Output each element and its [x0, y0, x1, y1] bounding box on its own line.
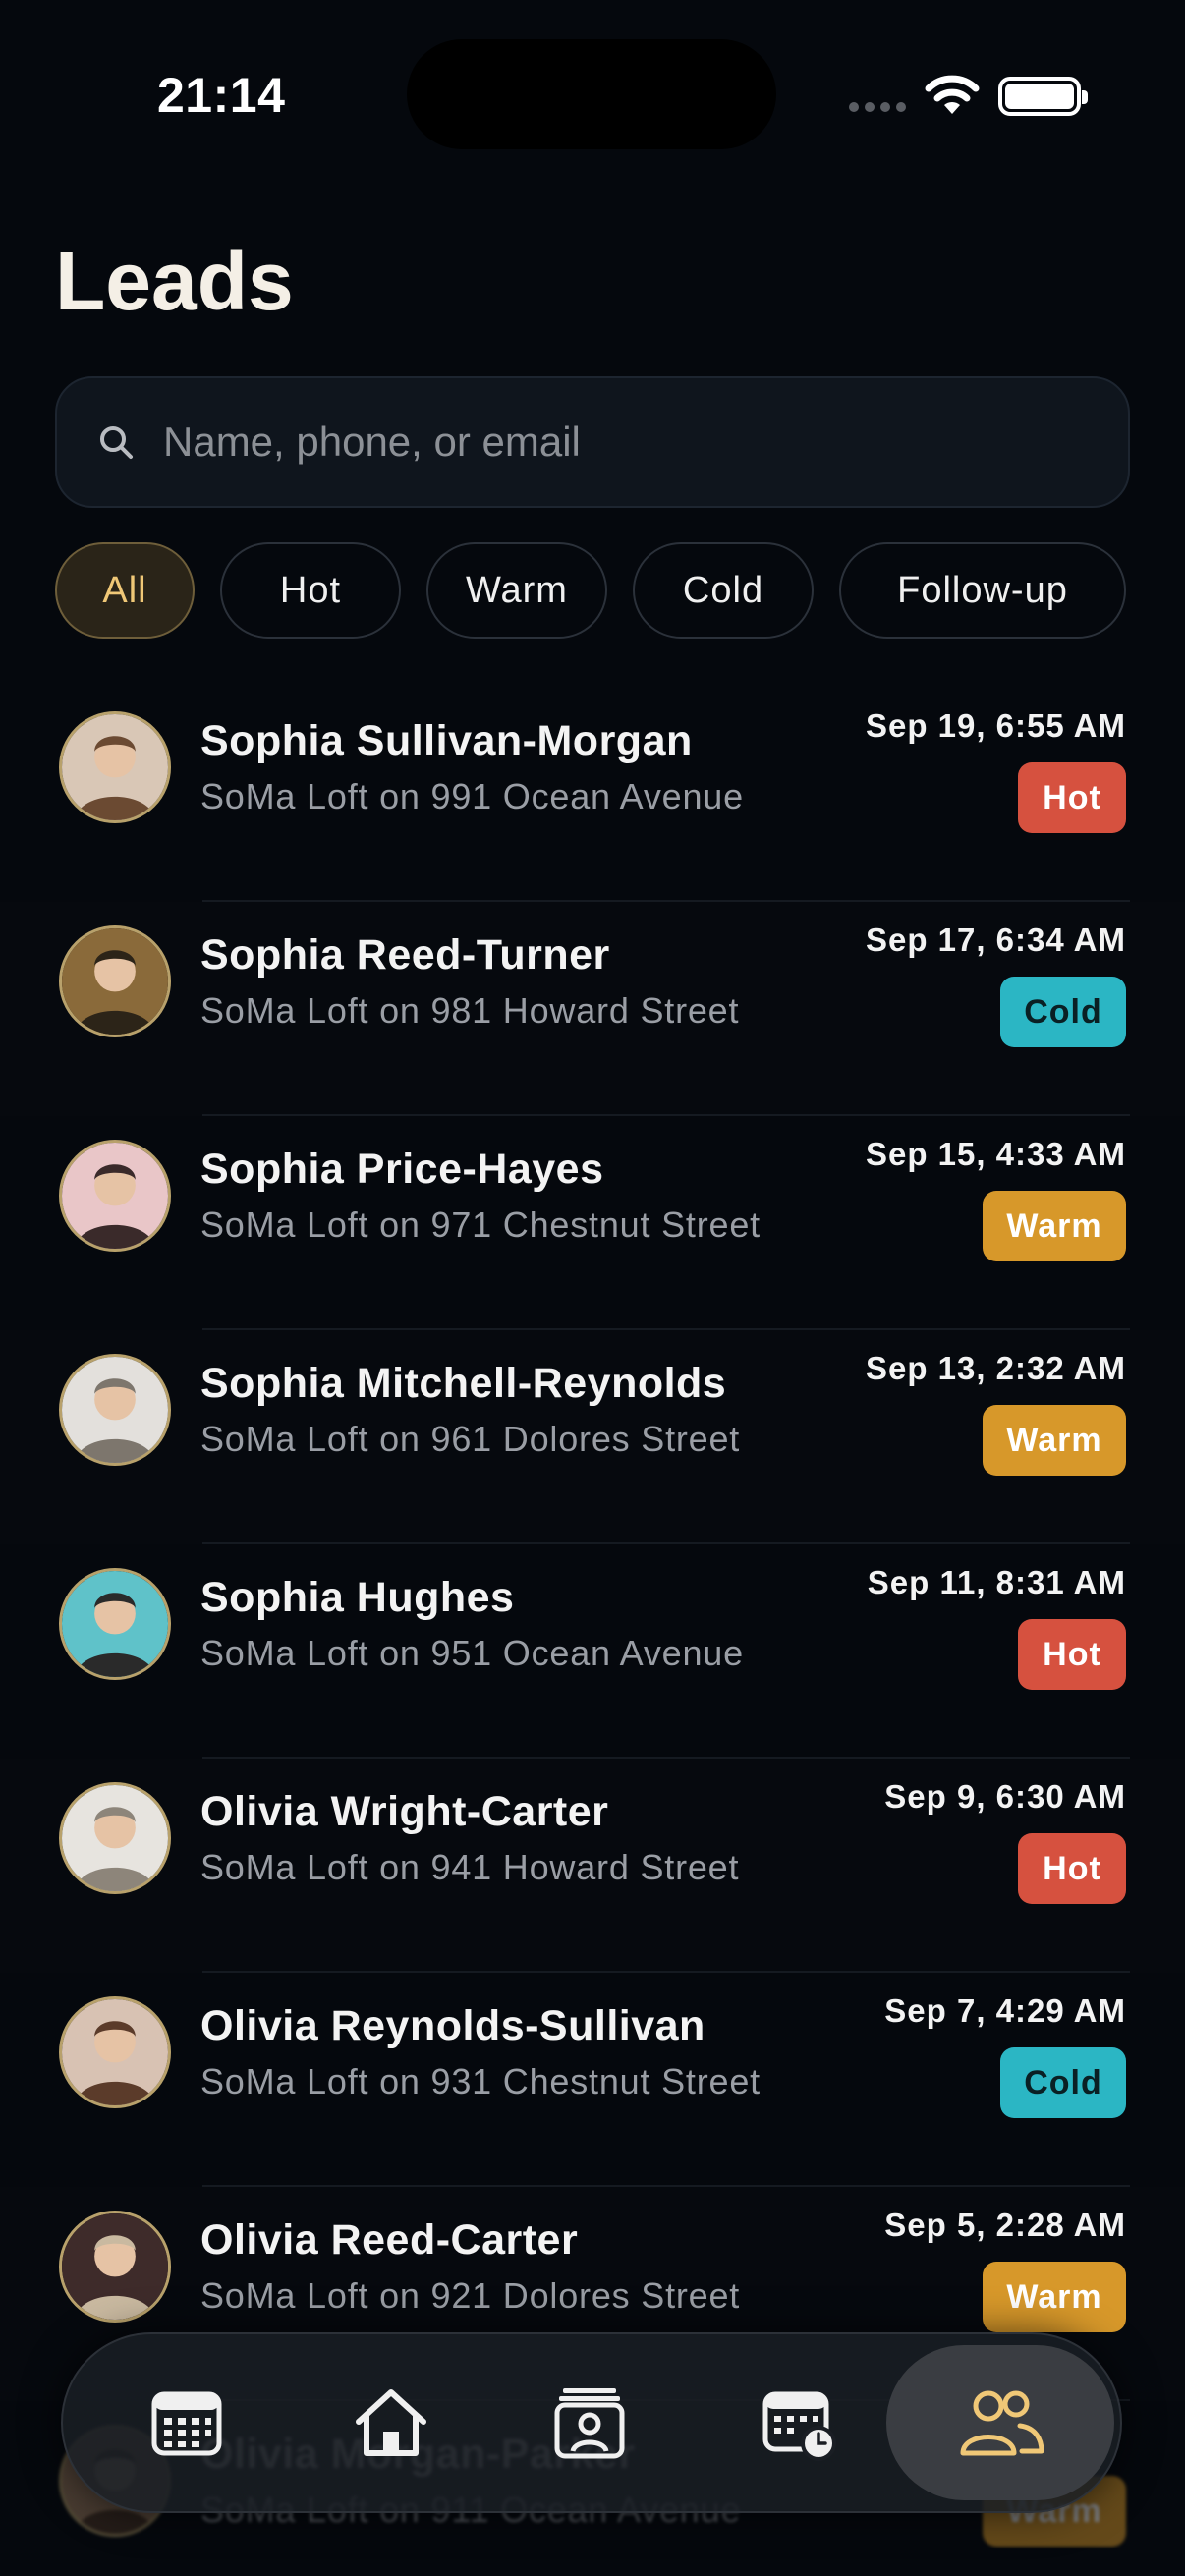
page-title: Leads [55, 235, 294, 327]
tab-leads[interactable] [886, 2345, 1114, 2500]
lead-row[interactable]: Olivia Wright-Carter SoMa Loft on 941 How… [0, 1759, 1185, 1973]
lead-property: SoMa Loft on 931 Chestnut Street [200, 2061, 761, 2101]
avatar [59, 925, 171, 1037]
search-placeholder: Name, phone, or email [163, 419, 581, 465]
lead-row[interactable]: Olivia Reynolds-Sullivan SoMa Loft on 931… [0, 1973, 1185, 2187]
filter-chip-hot[interactable]: Hot [220, 542, 401, 639]
lead-name: Sophia Sullivan-Morgan [200, 717, 693, 764]
avatar [59, 1782, 171, 1894]
filter-chip-follow-up[interactable]: Follow-up [839, 542, 1126, 639]
status-badge: Hot [1018, 1619, 1126, 1690]
lead-date: Sep 17, 6:34 AM [865, 922, 1126, 958]
leads-screen: 21:14 Leads Name, phone, or email All Ho… [0, 0, 1185, 2576]
lead-property: SoMa Loft on 991 Ocean Avenue [200, 776, 744, 816]
filter-chip-all[interactable]: All [55, 542, 195, 639]
lead-row[interactable]: Sophia Mitchell-Reynolds SoMa Loft on 961… [0, 1330, 1185, 1544]
status-badge: Cold [1000, 977, 1126, 1047]
tab-schedule[interactable] [731, 2354, 869, 2492]
contact-card-icon [554, 2388, 625, 2459]
status-badge: Warm [983, 1191, 1126, 1261]
lead-row[interactable]: Sophia Price-Hayes SoMa Loft on 971 Chest… [0, 1116, 1185, 1330]
dynamic-island [407, 39, 776, 149]
lead-date: Sep 11, 8:31 AM [867, 1564, 1126, 1600]
people-icon [960, 2390, 1044, 2456]
avatar [59, 2211, 171, 2323]
battery-icon [998, 77, 1088, 116]
lead-date: Sep 13, 2:32 AM [865, 1350, 1126, 1386]
leads-list: Sophia Sullivan-Morgan SoMa Loft on 991 O… [0, 688, 1185, 2576]
lead-row[interactable]: Sophia Hughes SoMa Loft on 951 Ocean Aven… [0, 1544, 1185, 1759]
lead-row[interactable]: Sophia Reed-Turner SoMa Loft on 981 Howar… [0, 902, 1185, 1116]
home-icon [356, 2389, 426, 2456]
tab-calendar[interactable] [118, 2354, 255, 2492]
status-time: 21:14 [157, 68, 286, 123]
lead-name: Olivia Wright-Carter [200, 1788, 609, 1835]
avatar [59, 1354, 171, 1466]
tab-bar [61, 2332, 1122, 2513]
lead-date: Sep 9, 6:30 AM [884, 1778, 1126, 1815]
lead-name: Sophia Mitchell-Reynolds [200, 1360, 727, 1407]
search-input[interactable]: Name, phone, or email [55, 376, 1130, 508]
lead-name: Sophia Reed-Turner [200, 931, 610, 979]
avatar [59, 711, 171, 823]
lead-name: Olivia Reynolds-Sullivan [200, 2002, 705, 2049]
status-badge: Warm [983, 1405, 1126, 1476]
filter-chip-warm[interactable]: Warm [426, 542, 607, 639]
lead-name: Olivia Reed-Carter [200, 2216, 579, 2264]
lead-name: Sophia Price-Hayes [200, 1146, 604, 1193]
lead-name: Sophia Hughes [200, 1574, 515, 1621]
lead-date: Sep 5, 2:28 AM [884, 2207, 1126, 2243]
lead-row[interactable]: Sophia Sullivan-Morgan SoMa Loft on 991 O… [0, 688, 1185, 902]
filter-chips: All Hot Warm Cold Follow-up [55, 542, 1126, 639]
lead-property: SoMa Loft on 941 Howard Street [200, 1847, 740, 1887]
lead-property: SoMa Loft on 961 Dolores Street [200, 1419, 741, 1459]
lead-property: SoMa Loft on 971 Chestnut Street [200, 1204, 761, 1245]
lead-date: Sep 19, 6:55 AM [865, 707, 1126, 744]
lead-date: Sep 7, 4:29 AM [884, 1992, 1126, 2029]
status-badge: Warm [983, 2262, 1126, 2332]
lead-property: SoMa Loft on 981 Howard Street [200, 990, 740, 1031]
avatar [59, 1140, 171, 1252]
status-badge: Cold [1000, 2047, 1126, 2118]
calendar-clock-icon [762, 2391, 836, 2461]
avatar [59, 1996, 171, 2108]
cellular-signal-icon [849, 102, 906, 112]
wifi-icon [925, 75, 980, 114]
tab-home[interactable] [322, 2354, 460, 2492]
avatar [59, 1568, 171, 1680]
calendar-icon [151, 2391, 222, 2456]
tab-contacts[interactable] [521, 2354, 658, 2492]
lead-property: SoMa Loft on 921 Dolores Street [200, 2275, 741, 2316]
lead-date: Sep 15, 4:33 AM [865, 1136, 1126, 1172]
filter-chip-cold[interactable]: Cold [633, 542, 814, 639]
search-icon [100, 426, 133, 459]
lead-property: SoMa Loft on 951 Ocean Avenue [200, 1633, 744, 1673]
status-badge: Hot [1018, 762, 1126, 833]
status-badge: Hot [1018, 1833, 1126, 1904]
